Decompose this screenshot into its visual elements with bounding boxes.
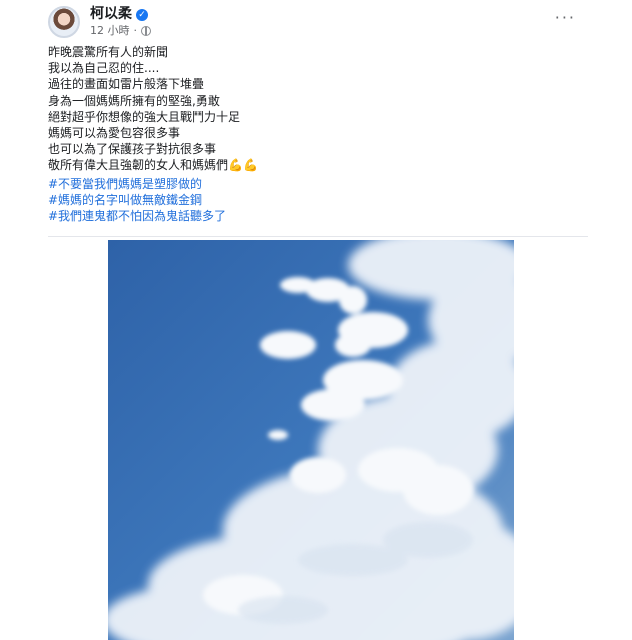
sky-clouds-image [108,240,514,640]
hashtag-link[interactable]: #我們連鬼都不怕因為鬼話聽多了 [48,208,588,224]
avatar[interactable] [48,6,80,38]
post-meta: 柯以柔 ✓ 12 小時 · [90,6,151,37]
post-line: 也可以為了保護孩子對抗很多事 [48,142,217,157]
verified-badge-icon: ✓ [136,9,148,22]
hashtag-link[interactable]: #不要當我們媽媽是塑膠做的 [48,176,588,192]
post-line: 昨晚震驚所有人的新聞 [48,45,169,59]
separator-dot: · [133,23,138,37]
post-header: 柯以柔 ✓ 12 小時 · [48,6,151,38]
post-line: 身為一個媽媽所擁有的堅強,勇敢 [48,93,220,108]
facebook-post: 柯以柔 ✓ 12 小時 · ··· 昨晚震驚所有人的新聞 我以為自己忍的住...… [0,0,632,640]
hashtag-link[interactable]: #媽媽的名字叫做無敵鐵金鋼 [48,192,588,208]
divider [48,236,588,237]
post-text: 昨晚震驚所有人的新聞 我以為自己忍的住.... 過往的畫面如雷片般落下堆疊 身為… [48,44,588,224]
more-options-icon[interactable]: ··· [555,10,576,26]
post-line: 媽媽可以為愛包容很多事 [48,126,181,141]
post-line: 敬所有偉大且強韌的女人和媽媽們💪💪 [48,158,258,173]
post-photo[interactable] [108,240,514,640]
post-line: 我以為自己忍的住.... [48,61,160,76]
post-line: 過往的畫面如雷片般落下堆疊 [48,77,205,92]
hashtag-list: #不要當我們媽媽是塑膠做的 #媽媽的名字叫做無敵鐵金鋼 #我們連鬼都不怕因為鬼話… [48,176,588,225]
name-row: 柯以柔 ✓ [90,6,151,24]
post-time[interactable]: 12 小時 [90,24,130,38]
post-line: 絕對超乎你想像的強大且戰鬥力十足 [48,109,241,124]
post-subinfo: 12 小時 · [90,24,151,38]
author-name[interactable]: 柯以柔 [90,6,132,24]
globe-icon [141,25,151,36]
